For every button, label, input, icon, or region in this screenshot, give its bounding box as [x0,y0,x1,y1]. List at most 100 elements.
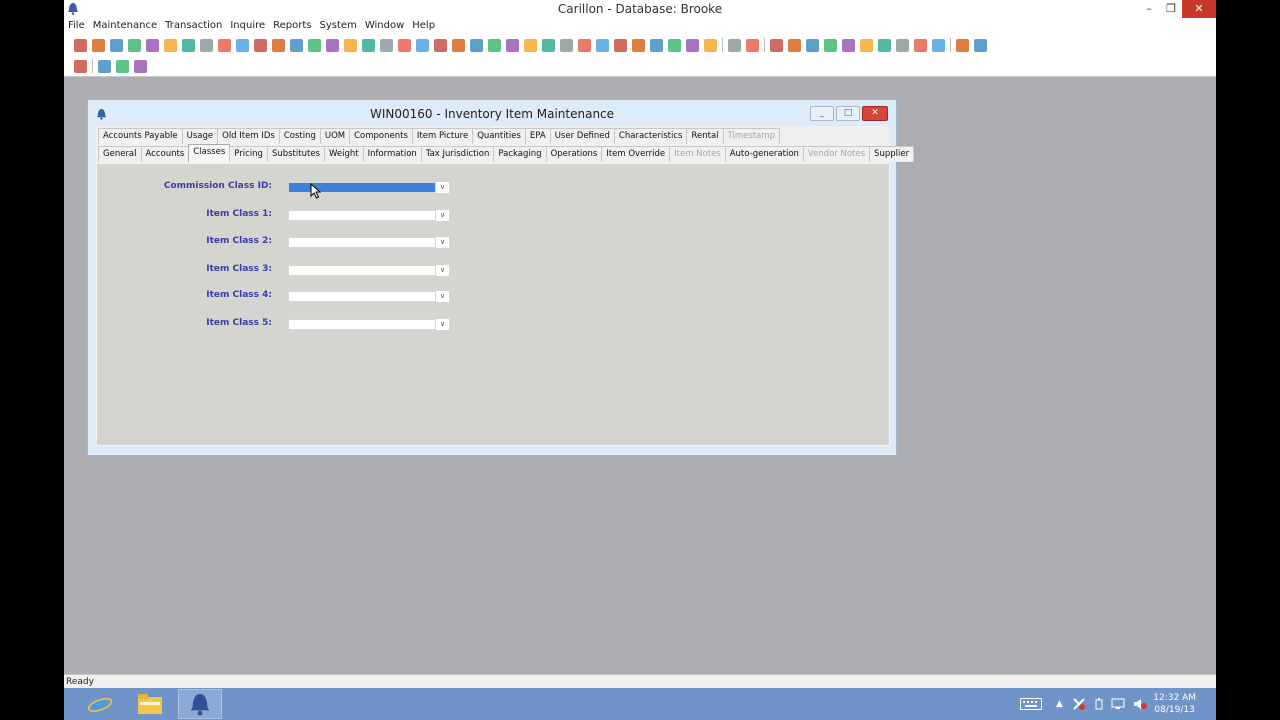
tab-operations[interactable]: Operations [545,146,603,162]
tab-substitutes[interactable]: Substitutes [266,146,325,162]
flag-icon[interactable] [860,38,873,52]
download-icon[interactable] [614,38,627,52]
chevron-down-icon[interactable]: ∨ [435,210,449,221]
menu-system[interactable]: System [316,18,361,34]
grid-icon[interactable] [932,38,945,52]
action-center-icon[interactable] [1073,698,1085,710]
tab-characteristics[interactable]: Characteristics [613,128,688,144]
chart-icon[interactable] [236,38,249,52]
item-class-3-dropdown[interactable]: ∨ [288,265,450,276]
internet-explorer-icon[interactable]: e [80,689,120,719]
report-icon[interactable] [74,38,87,52]
clock2-icon[interactable] [770,38,783,52]
app-close-button[interactable]: ✕ [1182,0,1216,18]
clipboard-icon[interactable] [164,38,177,52]
tab-information[interactable]: Information [362,146,422,162]
box2-icon[interactable] [200,38,213,52]
menu-transaction[interactable]: Transaction [161,18,226,34]
tab-weight[interactable]: Weight [323,146,364,162]
child-close-button[interactable]: ✕ [862,106,888,121]
help-icon[interactable] [956,38,969,52]
clock[interactable]: 12:32 AM 08/19/13 [1153,692,1196,716]
hammer-icon[interactable] [416,38,429,52]
menu-window[interactable]: Window [361,18,408,34]
chevron-up-icon[interactable]: ▲ [1056,699,1063,709]
tab-supplier[interactable]: Supplier [869,146,915,162]
printer-icon[interactable] [632,38,645,52]
window-icon[interactable] [788,38,801,52]
tab-rental[interactable]: Rental [686,128,724,144]
windows2-icon[interactable] [824,38,837,52]
heart-icon[interactable] [728,38,741,52]
windows-icon[interactable] [806,38,819,52]
tab-old-item-ids[interactable]: Old Item IDs [217,128,280,144]
menu-reports[interactable]: Reports [269,18,315,34]
list-icon[interactable] [542,38,555,52]
app-minimize-button[interactable]: – [1138,0,1160,18]
item-class-4-dropdown[interactable]: ∨ [288,291,450,302]
dollar-icon[interactable] [362,38,375,52]
user-icon[interactable] [128,38,141,52]
money-icon[interactable] [578,38,591,52]
globe-icon[interactable] [434,38,447,52]
app-restore-button[interactable]: ❐ [1160,0,1182,18]
tab-item-override[interactable]: Item Override [601,146,671,162]
key-icon[interactable] [254,38,267,52]
item-class-2-dropdown[interactable]: ∨ [288,237,450,248]
tab-accounts[interactable]: Accounts [140,146,190,162]
tag-icon[interactable] [398,38,411,52]
clock-icon[interactable] [746,38,759,52]
tab-costing[interactable]: Costing [278,128,321,144]
chevron-down-icon[interactable]: ∨ [435,319,449,330]
jar-icon[interactable] [596,38,609,52]
card2-icon[interactable] [668,38,681,52]
item-class-1-dropdown[interactable]: ∨ [288,210,450,221]
keyboard-icon[interactable] [1020,698,1042,710]
tab-general[interactable]: General [98,146,142,162]
tab-user-defined[interactable]: User Defined [549,128,615,144]
tab-tax-jurisdiction[interactable]: Tax Jurisdiction [420,146,495,162]
chevron-down-icon[interactable]: ∨ [435,291,449,302]
child-minimize-button[interactable]: _ [810,106,834,121]
page-red-icon[interactable] [290,38,303,52]
book-icon[interactable] [92,38,105,52]
bar-chart-icon[interactable] [878,38,891,52]
card3-icon[interactable] [686,38,699,52]
truck-icon[interactable] [146,38,159,52]
carillon-icon[interactable] [178,689,222,719]
refresh-icon[interactable] [914,38,927,52]
tab-quantities[interactable]: Quantities [472,128,526,144]
smile-icon[interactable] [896,38,909,52]
tree2-icon[interactable] [842,38,855,52]
tab-epa[interactable]: EPA [524,128,551,144]
page-red-icon[interactable] [326,38,339,52]
chevron-down-icon[interactable]: ∨ [435,265,449,276]
upload-icon[interactable] [560,38,573,52]
edit-icon[interactable] [470,38,483,52]
tab-usage[interactable]: Usage [181,128,219,144]
note-icon[interactable] [488,38,501,52]
box-icon[interactable] [182,38,195,52]
card-icon[interactable] [650,38,663,52]
chevron-down-icon[interactable]: ∨ [435,237,449,248]
menu-file[interactable]: File [64,18,89,34]
binoculars-icon[interactable] [134,59,147,73]
page-red-icon[interactable] [344,38,357,52]
save-icon[interactable] [116,59,129,73]
tab-uom[interactable]: UOM [319,128,351,144]
tree-icon[interactable] [506,38,519,52]
item-class-5-dropdown[interactable]: ∨ [288,319,450,330]
menu-maintenance[interactable]: Maintenance [89,18,161,34]
volume-icon[interactable] [1133,698,1147,710]
menu-inquire[interactable]: Inquire [226,18,269,34]
tools-icon[interactable] [380,38,393,52]
tab-item-picture[interactable]: Item Picture [411,128,474,144]
barcode-icon[interactable] [974,38,987,52]
person-icon[interactable] [218,38,231,52]
tab-pricing[interactable]: Pricing [229,146,268,162]
tab-classes[interactable]: Classes [188,144,231,162]
broom-icon[interactable] [74,59,87,73]
document-icon[interactable] [110,38,123,52]
power-icon[interactable] [1095,698,1103,710]
network-icon[interactable] [1111,698,1125,710]
